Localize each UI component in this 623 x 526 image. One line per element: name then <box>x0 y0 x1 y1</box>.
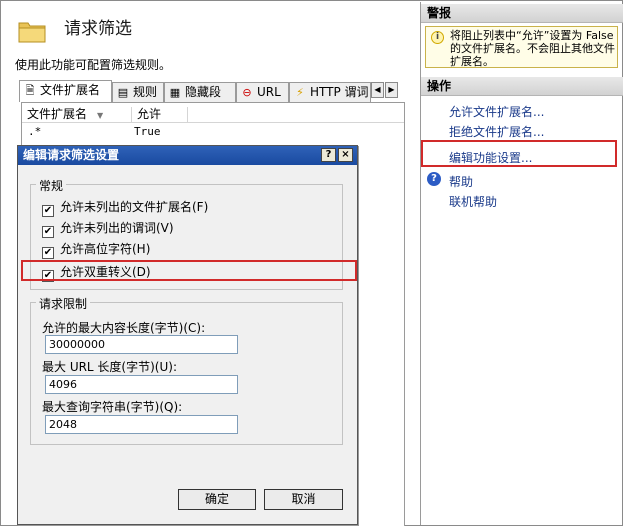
close-button[interactable]: × <box>338 148 353 162</box>
checkbox-box: ✔ <box>42 247 54 259</box>
tab-strip: 🗎 文件扩展名 ▤ 规则 ▦ 隐藏段 ⊖ URL ⚡ HTTP 谓词 ◀ ▶ <box>19 80 399 102</box>
tab-label: HTTP 谓词 <box>310 85 369 99</box>
allow-unlisted-extensions-checkbox[interactable]: ✔ 允许未列出的文件扩展名(F) <box>42 200 208 217</box>
tab-rules[interactable]: ▤ 规则 <box>112 82 164 102</box>
table-row[interactable]: .* True <box>22 125 404 139</box>
tab-scroll-left[interactable]: ◀ <box>371 82 384 98</box>
max-content-length-label: 允许的最大内容长度(字节)(C): <box>42 321 206 335</box>
page-title: 请求筛选 <box>64 19 132 39</box>
tab-hidden-segments[interactable]: ▦ 隐藏段 <box>164 82 236 102</box>
cell-extension: .* <box>28 125 42 138</box>
help-button[interactable]: ? <box>321 148 336 162</box>
sort-down-icon: ▼ <box>97 111 104 120</box>
column-header-extension[interactable]: 文件扩展名 ▼ <box>22 107 132 123</box>
rules-icon: ▤ <box>117 86 129 99</box>
folder-icon <box>18 22 46 43</box>
allow-high-bit-chars-checkbox[interactable]: ✔ 允许高位字符(H) <box>42 242 150 259</box>
dialog-title: 编辑请求筛选设置 <box>18 146 357 165</box>
cell-allowed: True <box>134 125 161 138</box>
document-icon: 🗎 <box>25 84 35 97</box>
alert-text: 将阻止列表中“允许”设置为 False 的文件扩展名。不会阻止其他文件扩展名。 <box>450 29 615 68</box>
http-verb-icon: ⚡ <box>296 86 304 99</box>
ok-button[interactable]: 确定 <box>178 489 256 510</box>
tab-label: 规则 <box>133 85 158 99</box>
url-icon: ⊖ <box>242 86 252 99</box>
general-legend: 常规 <box>36 177 67 194</box>
tab-http-verbs[interactable]: ⚡ HTTP 谓词 <box>289 82 371 102</box>
cancel-button[interactable]: 取消 <box>264 489 343 510</box>
max-query-string-input[interactable]: 2048 <box>45 415 238 434</box>
page-description: 使用此功能可配置筛选规则。 <box>15 58 172 72</box>
tab-scroll-right[interactable]: ▶ <box>385 82 398 98</box>
max-content-length-input[interactable]: 30000000 <box>45 335 238 354</box>
max-query-string-label: 最大查询字符串(字节)(Q): <box>42 400 183 414</box>
info-icon: i <box>431 31 444 44</box>
actions-pane: 警报 i 将阻止列表中“允许”设置为 False 的文件扩展名。不会阻止其他文件… <box>420 2 623 525</box>
iis-manager-window: 请求筛选 使用此功能可配置筛选规则。 🗎 文件扩展名 ▤ 规则 ▦ 隐藏段 ⊖ URL … <box>0 0 623 526</box>
checkbox-box: ✔ <box>42 205 54 217</box>
hidden-segments-icon: ▦ <box>169 86 181 99</box>
column-header-allowed[interactable]: 允许 <box>132 107 188 123</box>
highlight-double-escaping <box>21 260 357 281</box>
actions-header: 操作 <box>421 77 623 96</box>
highlight-edit-feature-settings <box>421 140 617 167</box>
tab-label: 隐藏段 <box>185 85 222 99</box>
edit-settings-dialog: 编辑请求筛选设置 ? × 常规 ✔ 允许未列出的文件扩展名(F) ✔ 允许未列出的谓… <box>17 145 358 525</box>
tab-url[interactable]: ⊖ URL <box>236 82 289 102</box>
checkbox-box: ✔ <box>42 226 54 238</box>
tab-label: URL <box>257 85 281 99</box>
online-help-link[interactable]: 联机帮助 <box>449 193 497 210</box>
allow-unlisted-verbs-checkbox[interactable]: ✔ 允许未列出的谓词(V) <box>42 221 174 238</box>
alerts-header: 警报 <box>421 4 623 23</box>
help-link[interactable]: 帮助 <box>449 173 473 190</box>
help-icon: ? <box>427 172 441 186</box>
deny-file-extension-link[interactable]: 拒绝文件扩展名... <box>449 123 544 140</box>
request-limits-legend: 请求限制 <box>36 295 91 312</box>
max-url-length-input[interactable]: 4096 <box>45 375 238 394</box>
grid-header: 文件扩展名 ▼ 允许 <box>22 107 404 123</box>
max-url-length-label: 最大 URL 长度(字节)(U): <box>42 360 177 374</box>
tab-label: 文件扩展名 <box>40 83 101 97</box>
alert-box: i 将阻止列表中“允许”设置为 False 的文件扩展名。不会阻止其他文件扩展名… <box>425 26 618 68</box>
tab-file-extensions[interactable]: 🗎 文件扩展名 <box>19 80 112 102</box>
allow-file-extension-link[interactable]: 允许文件扩展名... <box>449 103 544 120</box>
